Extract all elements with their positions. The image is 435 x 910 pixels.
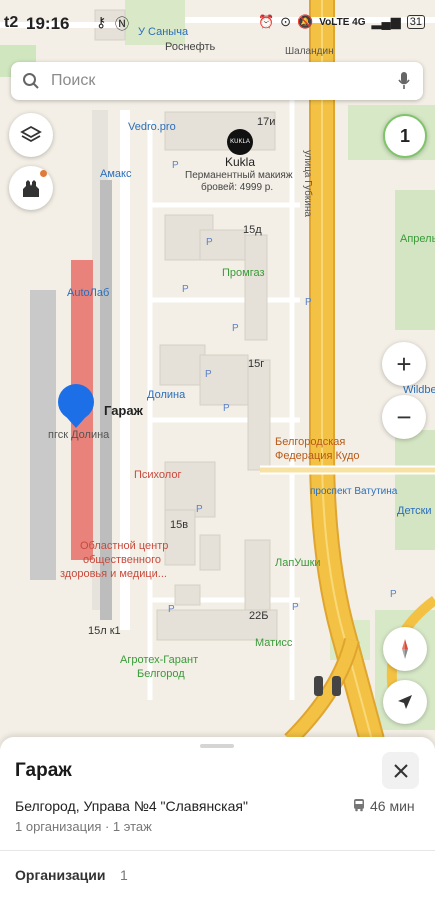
place-center-3: здоровья и медици... (60, 568, 167, 580)
svg-text:P: P (172, 160, 179, 171)
close-icon (393, 763, 408, 778)
layers-button[interactable] (9, 113, 53, 157)
place-aprel: Апрель (400, 233, 435, 245)
building-15v: 15в (170, 519, 189, 531)
search-bar[interactable]: Поиск (11, 62, 423, 100)
landmark-dot (40, 170, 47, 177)
place-rosneft: Роснефть (165, 41, 216, 53)
kukla-subtitle-2: бровей: 4999 р. (201, 182, 274, 193)
place-pgsk: пгск Долина (48, 429, 110, 441)
building-15g: 15г (248, 358, 265, 370)
place-amaks: Амакс (100, 168, 132, 180)
place-kudo-2: Федерация Кудо (275, 450, 360, 462)
place-title: Гараж (15, 760, 72, 781)
location-icon: ⊙ (280, 14, 292, 29)
place-psiholog[interactable]: Психолог (134, 469, 181, 482)
place-details: 1 организация · 1 этаж (15, 819, 152, 834)
sheet-handle[interactable] (200, 744, 234, 748)
compass-icon (402, 639, 408, 659)
notification-button[interactable]: 1 (383, 114, 427, 158)
compass-button[interactable] (383, 627, 427, 671)
place-vedro: Vedro.pro (128, 121, 176, 133)
place-dolina[interactable]: Долина (147, 389, 185, 402)
notification-count: 1 (399, 125, 410, 146)
locate-button[interactable] (383, 680, 427, 724)
close-button[interactable] (382, 752, 419, 789)
status-time: 19:16 (26, 14, 70, 33)
building-15d: 15д (243, 224, 262, 236)
svg-text:P: P (292, 602, 299, 613)
svg-text:P: P (390, 589, 397, 600)
silent-icon: 🔕 (297, 14, 314, 29)
place-u-sanycha: У Саныча (138, 26, 189, 38)
svg-text:P: P (182, 284, 189, 295)
transit-time[interactable]: 46 мин (370, 798, 415, 814)
kremlin-icon (23, 180, 39, 197)
place-garage[interactable]: Гараж (104, 404, 143, 417)
plus-icon: + (396, 348, 412, 379)
place-center-2: общественного (83, 554, 161, 566)
organizations-label[interactable]: Организации (15, 867, 106, 883)
svg-text:P: P (305, 297, 312, 308)
place-kudo-1[interactable]: Белгородская (275, 436, 345, 449)
place-shalandin: Шаландин (285, 46, 334, 57)
place-agroteh-2: Белгород (137, 668, 185, 680)
key-icon: ⚷ (96, 14, 107, 30)
place-kukla[interactable]: Kukla (225, 156, 255, 169)
svg-text:P: P (205, 369, 212, 380)
landmarks-button[interactable] (9, 166, 53, 210)
navigation-arrow-icon (398, 695, 412, 709)
search-icon (23, 73, 39, 89)
zoom-in-button[interactable]: + (382, 342, 426, 386)
network-label: VoLTE 4G (319, 16, 366, 28)
place-autolab[interactable]: AutoЛаб (67, 287, 109, 300)
building-15l: 15л к1 (88, 625, 121, 637)
svg-text:P: P (206, 237, 213, 248)
svg-text:P: P (196, 504, 203, 515)
divider (0, 850, 435, 851)
minus-icon: − (396, 401, 412, 432)
building-22b: 22Б (249, 610, 269, 622)
street-vatutina: проспект Ватутина (310, 486, 398, 497)
place-detski: Детски (397, 505, 432, 517)
search-input[interactable]: Поиск (51, 72, 95, 90)
place-agroteh-1[interactable]: Агротех-Гарант (120, 654, 198, 667)
place-address: Белгород, Управа №4 "Славянская" (15, 798, 248, 814)
signal-icon: ▂▄▆ (371, 14, 401, 29)
alarm-icon: ⏰ (257, 14, 275, 29)
status-icons: ⏰ ⊙ 🔕 VoLTE 4G ▂▄▆ 31 (258, 14, 425, 30)
place-card[interactable]: Гараж Белгород, Управа №4 "Славянская" 4… (0, 737, 435, 910)
svg-text:P: P (232, 323, 239, 334)
svg-text:P: P (168, 604, 175, 615)
street-gubkina: улица Губкина (302, 150, 313, 217)
place-promgaz[interactable]: Промгаз (222, 267, 265, 280)
building-17i: 17и (257, 116, 276, 128)
status-bar: t2 19:16 ⚷ Ⓝ ⏰ ⊙ 🔕 VoLTE 4G ▂▄▆ 31 (0, 0, 435, 46)
place-center-1[interactable]: Областной центр (80, 540, 168, 553)
place-lapushki[interactable]: ЛапУшки (275, 557, 321, 570)
nfc-icon: Ⓝ (115, 16, 129, 32)
svg-text:P: P (223, 403, 230, 414)
kukla-logo[interactable]: KUKLA (227, 129, 253, 155)
place-matiss[interactable]: Матисс (255, 637, 292, 650)
zoom-out-button[interactable]: − (382, 395, 426, 439)
bus-icon (354, 799, 364, 812)
organizations-count: 1 (120, 867, 128, 883)
battery-indicator: 31 (406, 15, 425, 29)
layers-icon (20, 125, 42, 143)
mic-icon[interactable] (397, 71, 411, 91)
carrier-label: t2 (4, 14, 19, 31)
